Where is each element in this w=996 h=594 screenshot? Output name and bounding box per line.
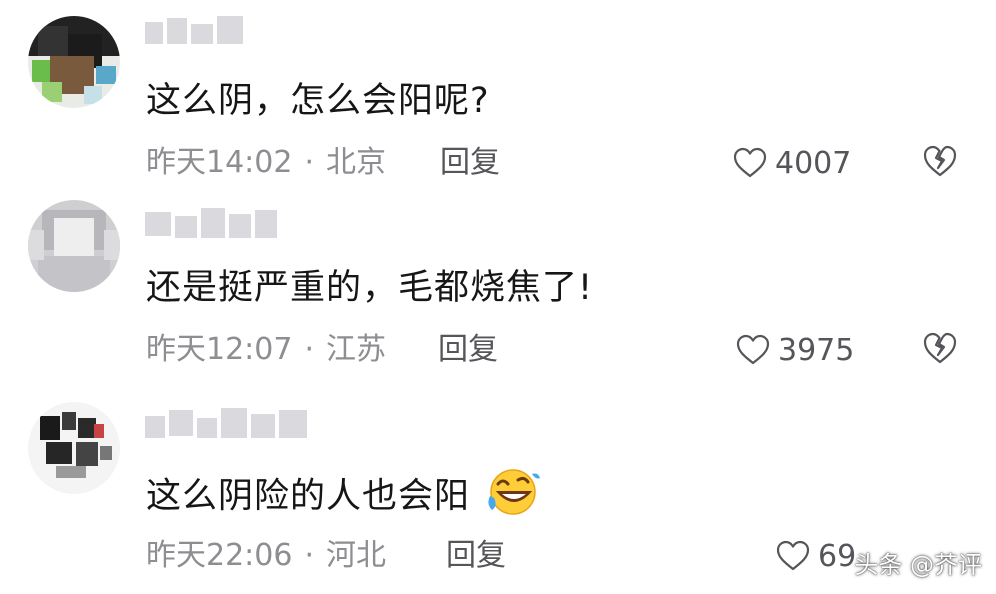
heart-outline-icon bbox=[736, 334, 770, 365]
heart-outline-icon bbox=[776, 540, 810, 571]
comment-list: 这么阴，怎么会阳呢? 昨天14:02 · 北京 回复 4007 还是挺严重的，毛… bbox=[0, 0, 996, 594]
comment-item: 这么阴险的人也会阳 昨天22:06 · 河北 回复 69 bbox=[0, 394, 996, 584]
comment-location: 江苏 bbox=[326, 332, 387, 367]
like-button[interactable]: 4007 bbox=[733, 143, 851, 183]
comment-time: 昨天14:02 bbox=[146, 145, 293, 180]
username-redacted[interactable] bbox=[145, 206, 279, 244]
reply-button[interactable]: 回复 bbox=[446, 536, 506, 576]
avatar[interactable] bbox=[28, 200, 120, 292]
like-count: 3975 bbox=[778, 332, 855, 368]
reply-button[interactable]: 回复 bbox=[438, 330, 498, 370]
comment-location: 河北 bbox=[326, 538, 387, 573]
avatar[interactable] bbox=[28, 402, 120, 494]
reply-button[interactable]: 回复 bbox=[440, 143, 500, 183]
meta-separator: · bbox=[304, 145, 315, 180]
broken-heart-icon bbox=[923, 145, 957, 177]
username-redacted[interactable] bbox=[145, 14, 247, 52]
comment-meta: 昨天12:07 · 江苏 bbox=[146, 330, 386, 370]
comment-text: 这么阴，怎么会阳呢? bbox=[146, 81, 490, 121]
dislike-button[interactable] bbox=[922, 331, 962, 371]
rofl-emoji-icon bbox=[484, 466, 542, 529]
comment-text: 还是挺严重的，毛都烧焦了! bbox=[146, 268, 594, 308]
comment-meta: 昨天14:02 · 北京 bbox=[146, 143, 386, 183]
broken-heart-icon bbox=[923, 332, 957, 364]
avatar[interactable] bbox=[28, 16, 120, 108]
meta-separator: · bbox=[304, 538, 315, 573]
dislike-button[interactable] bbox=[922, 144, 962, 184]
comment-time: 昨天12:07 bbox=[146, 332, 293, 367]
comment-time: 昨天22:06 bbox=[146, 538, 293, 573]
like-button[interactable]: 69 bbox=[776, 536, 856, 576]
watermark: 头条 @芥评 bbox=[854, 551, 982, 579]
heart-outline-icon bbox=[733, 147, 767, 178]
comment-item: 这么阴，怎么会阳呢? 昨天14:02 · 北京 回复 4007 bbox=[0, 0, 996, 190]
meta-separator: · bbox=[304, 332, 315, 367]
like-button[interactable]: 3975 bbox=[736, 330, 854, 370]
comment-location: 北京 bbox=[326, 145, 387, 180]
username-redacted[interactable] bbox=[145, 406, 311, 444]
comment-text: 这么阴险的人也会阳 bbox=[146, 466, 542, 529]
like-count: 4007 bbox=[775, 145, 852, 181]
like-count: 69 bbox=[818, 538, 857, 574]
comment-item: 还是挺严重的，毛都烧焦了! 昨天12:07 · 江苏 回复 3975 bbox=[0, 188, 996, 378]
comment-meta: 昨天22:06 · 河北 bbox=[146, 536, 386, 576]
